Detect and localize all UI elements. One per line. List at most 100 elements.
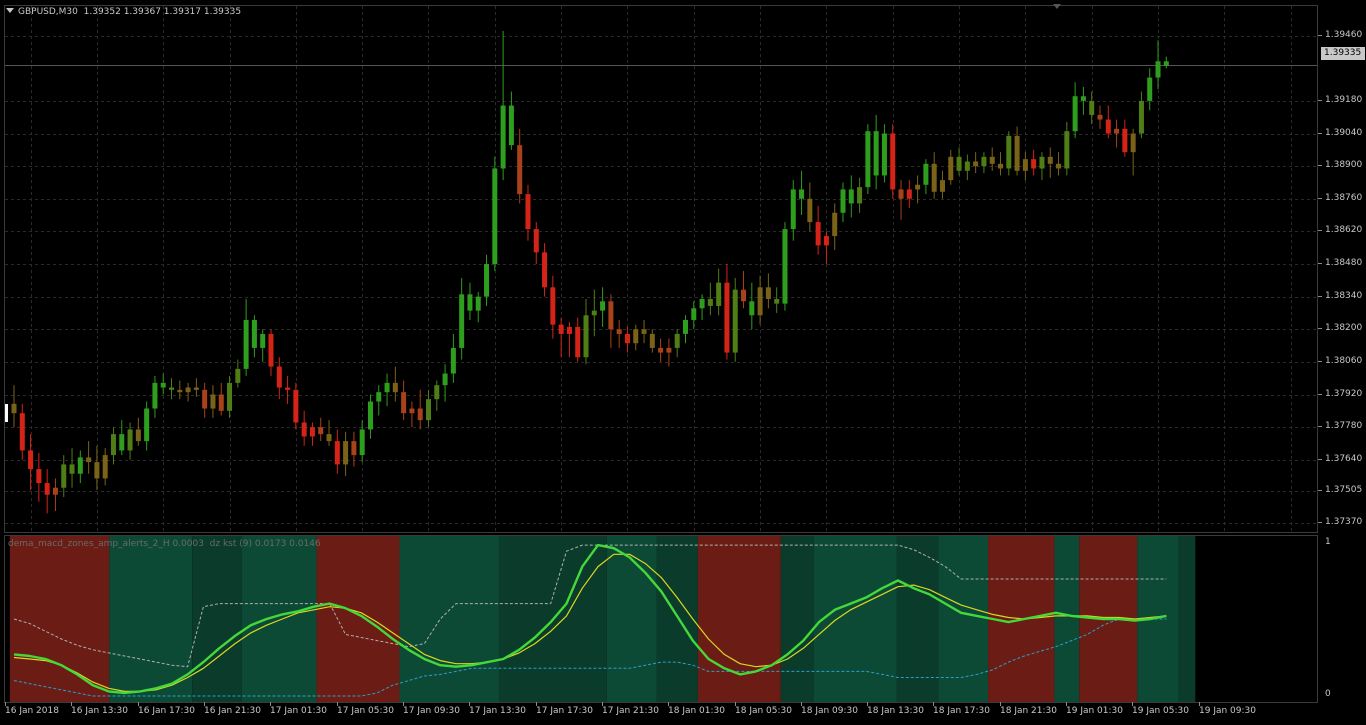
candle-body	[28, 450, 34, 470]
candle	[989, 147, 995, 171]
price-tick-label: 1.38060	[1317, 356, 1363, 366]
chart-shift-marker-icon[interactable]	[1053, 4, 1061, 9]
candle-body	[591, 310, 597, 316]
candle	[732, 278, 738, 362]
candle-body	[724, 282, 730, 353]
candle-body	[1155, 61, 1161, 78]
candle-body	[110, 434, 116, 456]
candle	[890, 124, 896, 199]
candle	[1031, 149, 1037, 176]
candle	[641, 319, 647, 344]
candles	[11, 30, 1169, 514]
candle-body	[1031, 159, 1037, 169]
price-axis[interactable]: 1.39460 1.39180 1.39040 1.38900 1.38760 1.386…	[1317, 5, 1366, 533]
candle-body	[268, 333, 274, 367]
candle	[409, 401, 415, 428]
candle-body	[641, 329, 647, 334]
candle	[774, 287, 780, 313]
candle	[848, 175, 854, 218]
price-tick-label: 1.37920	[1317, 389, 1363, 399]
candle-body	[508, 105, 514, 146]
candle	[484, 254, 490, 306]
candle	[782, 222, 788, 311]
indicator-pane[interactable]	[4, 535, 1318, 703]
candle	[799, 170, 805, 216]
candle-body	[351, 441, 357, 456]
candle-body	[160, 382, 166, 388]
candle-body	[716, 282, 722, 306]
candle	[525, 184, 531, 241]
candle-body	[666, 347, 672, 353]
candle-body	[533, 229, 539, 253]
candle-body	[939, 180, 945, 192]
candle-body	[218, 394, 224, 411]
indicator-zone-red	[697, 536, 781, 702]
indicator-zone-green	[399, 536, 499, 702]
candle	[359, 420, 365, 463]
price-chart[interactable]	[5, 6, 1317, 532]
candle-body	[77, 457, 83, 474]
indicator-scale-max: 1	[1325, 537, 1331, 547]
chart-title: GBPUSD,M30 1.39352 1.39367 1.39317 1.393…	[6, 7, 241, 17]
candle-body	[525, 194, 531, 230]
candle-body	[575, 326, 581, 358]
candle-body	[210, 394, 216, 409]
candle	[1006, 131, 1012, 176]
candle	[765, 273, 771, 309]
candle-body	[185, 387, 191, 393]
price-chart-pane[interactable]	[4, 5, 1318, 533]
candle	[318, 417, 324, 442]
time-tick-label: 18 Jan 01:30	[668, 702, 725, 716]
time-tick-label: 17 Jan 17:30	[536, 702, 593, 716]
candle-body	[434, 385, 440, 400]
candle-body	[1138, 100, 1144, 134]
candle	[998, 152, 1004, 176]
candle	[840, 182, 846, 223]
candle	[881, 124, 887, 183]
candle	[832, 203, 838, 251]
indicator-chart[interactable]	[5, 536, 1317, 702]
candle	[500, 30, 506, 181]
candle	[749, 282, 755, 330]
crosshair-cursor-icon	[5, 404, 8, 422]
candle-body	[401, 392, 407, 414]
price-tick-label: 1.37505	[1317, 485, 1363, 495]
candle-body	[86, 457, 92, 463]
candle-body	[442, 373, 448, 386]
dropdown-triangle-icon[interactable]	[6, 8, 14, 13]
candle-body	[1105, 119, 1111, 134]
candle-body	[251, 319, 257, 348]
candle-body	[823, 236, 829, 246]
candle-body	[144, 408, 150, 442]
current-price-label: 1.39335	[1321, 47, 1365, 60]
candle	[19, 403, 25, 460]
candle-body	[915, 184, 921, 190]
candle	[135, 417, 141, 446]
candle-body	[384, 382, 390, 393]
candle-body	[658, 347, 664, 353]
candle	[1163, 56, 1169, 69]
candle-body	[832, 212, 838, 237]
candle	[44, 469, 50, 514]
candle	[591, 289, 597, 337]
symbol-label: GBPUSD,M30	[18, 7, 78, 17]
candle-body	[931, 163, 937, 192]
indicator-title: dema_macd_zones_amp_alerts_2_H 0.0003 dz…	[8, 539, 321, 549]
candle	[492, 156, 498, 272]
candle-body	[600, 301, 606, 311]
terminal-window: GBPUSD,M30 1.39352 1.39367 1.39317 1.393…	[0, 0, 1366, 725]
candle-body	[741, 289, 747, 302]
candle-body	[301, 422, 307, 437]
time-tick-label: 18 Jan 17:30	[933, 702, 990, 716]
candle-body	[44, 483, 50, 495]
time-tick-label: 16 Jan 21:30	[204, 702, 261, 716]
candle-body	[973, 161, 979, 167]
candle-body	[450, 347, 456, 374]
candle-body	[633, 329, 639, 344]
candle	[566, 322, 572, 358]
time-axis[interactable]: 16 Jan 2018 16 Jan 13:30 16 Jan 17:30 16 Ja…	[0, 702, 1366, 725]
candle-body	[1047, 156, 1053, 164]
candle	[724, 264, 730, 360]
candle-body	[1097, 114, 1103, 120]
candle-body	[119, 434, 125, 451]
